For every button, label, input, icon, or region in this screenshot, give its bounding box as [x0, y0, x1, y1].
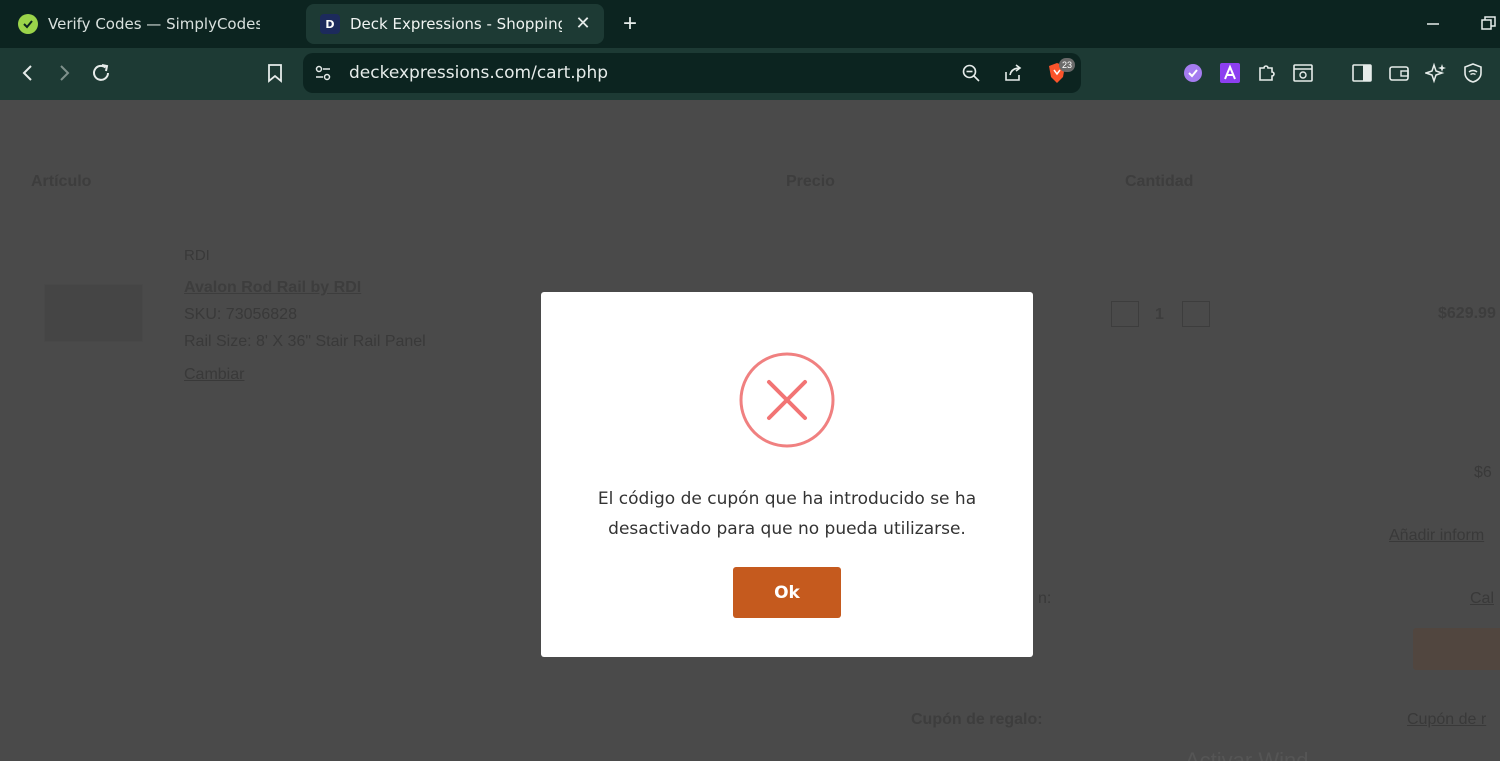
tab-title: Deck Expressions - Shopping Cart	[350, 15, 562, 33]
new-tab-button[interactable]: +	[616, 10, 644, 38]
error-x-icon	[738, 351, 836, 449]
leo-ai-icon[interactable]	[1423, 60, 1449, 86]
share-icon[interactable]	[1001, 61, 1025, 85]
gift-coupon-link[interactable]: Cupón de r	[1407, 711, 1486, 729]
column-header-price: Precio	[786, 173, 835, 190]
tab-strip: Verify Codes — SimplyCodes D Deck Expres…	[0, 0, 1500, 48]
tab-deckexpressions[interactable]: D Deck Expressions - Shopping Cart ✕	[306, 4, 604, 44]
ok-button[interactable]: Ok	[733, 567, 841, 618]
change-option-link[interactable]: Cambiar	[184, 366, 244, 384]
simplycodes-icon	[18, 14, 38, 34]
tab-title: Verify Codes — SimplyCodes	[48, 15, 260, 33]
calculate-link[interactable]: Cal	[1470, 590, 1494, 608]
font-extension-icon[interactable]	[1217, 60, 1243, 86]
shipping-label: n:	[1038, 590, 1052, 607]
url-text[interactable]: deckexpressions.com/cart.php	[349, 63, 608, 83]
shields-count-badge: 23	[1059, 58, 1075, 72]
quantity-value: 1	[1155, 306, 1164, 323]
column-header-item: Artículo	[31, 173, 92, 190]
product-name-link[interactable]: Avalon Rod Rail by RDI	[184, 279, 361, 297]
simplycodes-extension-icon[interactable]	[1180, 60, 1206, 86]
sidebar-toggle-icon[interactable]	[1349, 60, 1375, 86]
item-total: $629.99	[1438, 305, 1496, 322]
product-option: Rail Size: 8' X 36" Stair Rail Panel	[184, 333, 426, 350]
extensions-puzzle-icon[interactable]	[1254, 60, 1280, 86]
dialog-message: El código de cupón que ha introducido se…	[597, 489, 977, 539]
site-settings-icon[interactable]	[311, 61, 335, 85]
reader-mode-icon[interactable]	[1290, 60, 1316, 86]
reload-icon[interactable]	[86, 58, 116, 88]
forward-icon[interactable]	[49, 58, 79, 88]
deckexpressions-icon: D	[320, 14, 340, 34]
vpn-shield-icon[interactable]	[1460, 60, 1486, 86]
bookmark-icon[interactable]	[260, 58, 290, 88]
product-sku: SKU: 73056828	[184, 306, 297, 323]
product-brand: RDI	[184, 247, 210, 264]
coupon-error-dialog: El código de cupón que ha introducido se…	[541, 292, 1033, 657]
quantity-decrease-button[interactable]	[1111, 301, 1139, 327]
zoom-icon[interactable]	[959, 61, 983, 85]
address-bar[interactable]: deckexpressions.com/cart.php	[303, 53, 1081, 93]
quantity-increase-button[interactable]	[1182, 301, 1210, 327]
minimize-window-icon[interactable]	[1422, 10, 1444, 38]
restore-window-icon[interactable]	[1476, 12, 1500, 36]
windows-activation-watermark: Activar Wind	[1185, 748, 1309, 761]
add-info-link[interactable]: Añadir inform	[1389, 527, 1484, 545]
subtotal-value: $6	[1474, 464, 1492, 481]
apply-button[interactable]	[1413, 628, 1500, 670]
wallet-icon[interactable]	[1386, 60, 1412, 86]
product-image[interactable]	[44, 284, 143, 342]
column-header-quantity: Cantidad	[1125, 173, 1194, 190]
gift-coupon-label: Cupón de regalo:	[911, 711, 1043, 728]
close-tab-icon[interactable]: ✕	[572, 13, 594, 35]
tab-simplycodes[interactable]: Verify Codes — SimplyCodes	[0, 0, 300, 48]
back-icon[interactable]	[13, 58, 43, 88]
